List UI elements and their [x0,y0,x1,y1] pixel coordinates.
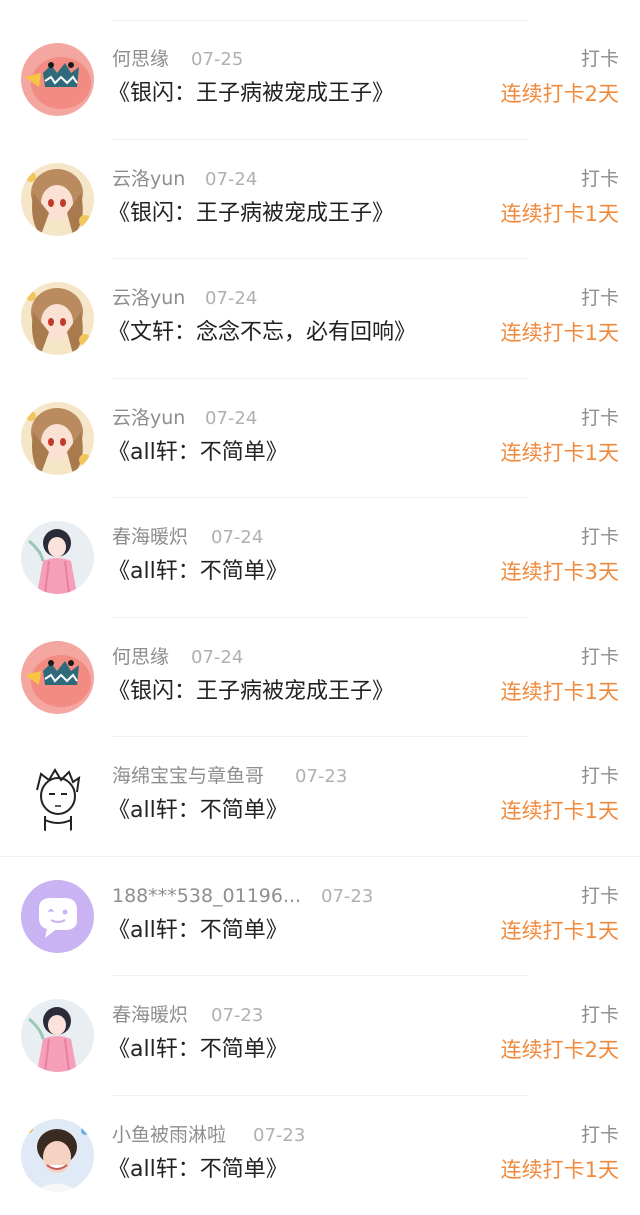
checkin-label: 打卡 [581,763,619,789]
feed-item[interactable]: 云洛yun 07-24 《银闪：王子病被宠成王子》 打卡 连续打卡1天 [0,140,640,260]
username[interactable]: 春海暖炽 [112,1002,188,1028]
username[interactable]: 何思缘 [112,644,169,670]
avatar-dancer-girl-icon[interactable] [21,521,94,594]
streak-count: 连续打卡1天 [501,797,619,825]
username[interactable]: 188***538_01196... [112,883,301,909]
username[interactable]: 春海暖炽 [112,524,188,550]
feed-item[interactable]: 云洛yun 07-24 《all轩：不简单》 打卡 连续打卡1天 [0,379,640,499]
book-title[interactable]: 《all轩：不简单》 [108,916,288,946]
checkin-label: 打卡 [581,285,619,311]
checkin-date: 07-23 [321,885,373,909]
avatar-chat-bubble-icon[interactable] [21,880,94,953]
username[interactable]: 云洛yun [112,166,185,192]
book-title[interactable]: 《银闪：王子病被宠成王子》 [108,199,394,229]
feed-item[interactable]: 海绵宝宝与章鱼哥 07-23 《all轩：不简单》 打卡 连续打卡1天 [0,737,640,857]
checkin-date: 07-23 [295,765,347,789]
username[interactable]: 何思缘 [112,46,169,72]
feed-item[interactable]: 春海暖炽 07-24 《all轩：不简单》 打卡 连续打卡3天 [0,498,640,618]
checkin-label: 打卡 [581,405,619,431]
checkin-label: 打卡 [581,166,619,192]
streak-count: 连续打卡1天 [501,678,619,706]
avatar-anime-girl-icon[interactable] [21,402,94,475]
checkin-date: 07-24 [211,526,263,550]
feed-item[interactable]: 何思缘 07-25 《银闪：王子病被宠成王子》 打卡 连续打卡2天 [0,20,640,140]
avatar-photo-person-icon[interactable] [21,1119,94,1192]
book-title[interactable]: 《all轩：不简单》 [108,1155,288,1185]
streak-count: 连续打卡1天 [501,917,619,945]
feed-item[interactable]: 春海暖炽 07-23 《all轩：不简单》 打卡 连续打卡2天 [0,976,640,1096]
book-title[interactable]: 《all轩：不简单》 [108,1035,288,1065]
checkin-label: 打卡 [581,644,619,670]
feed-item[interactable]: 何思缘 07-24 《银闪：王子病被宠成王子》 打卡 连续打卡1天 [0,618,640,738]
checkin-label: 打卡 [581,1122,619,1148]
avatar-anime-girl-icon[interactable] [21,163,94,236]
book-title[interactable]: 《all轩：不简单》 [108,796,288,826]
username[interactable]: 云洛yun [112,405,185,431]
checkin-date: 07-23 [253,1124,305,1148]
username[interactable]: 小鱼被雨淋啦 [112,1122,226,1148]
streak-count: 连续打卡1天 [501,200,619,228]
book-title[interactable]: 《文轩：念念不忘，必有回响》 [108,318,416,348]
avatar-pink-monster-icon[interactable] [21,641,94,714]
feed-item[interactable]: 188***538_01196... 07-23 《all轩：不简单》 打卡 连… [0,857,640,977]
checkin-date: 07-24 [205,168,257,192]
streak-count: 连续打卡1天 [501,1156,619,1184]
checkin-date: 07-24 [205,407,257,431]
feed-item[interactable]: 云洛yun 07-24 《文轩：念念不忘，必有回响》 打卡 连续打卡1天 [0,259,640,379]
username[interactable]: 海绵宝宝与章鱼哥 [112,763,264,789]
avatar-anime-girl-icon[interactable] [21,282,94,355]
username[interactable]: 云洛yun [112,285,185,311]
avatar-dancer-girl-icon[interactable] [21,999,94,1072]
book-title[interactable]: 《银闪：王子病被宠成王子》 [108,677,394,707]
checkin-date: 07-24 [191,646,243,670]
checkin-date: 07-23 [211,1004,263,1028]
streak-count: 连续打卡2天 [501,1036,619,1064]
book-title[interactable]: 《银闪：王子病被宠成王子》 [108,79,394,109]
book-title[interactable]: 《all轩：不简单》 [108,557,288,587]
streak-count: 连续打卡2天 [501,80,619,108]
streak-count: 连续打卡1天 [501,319,619,347]
avatar-sketch-boy-icon[interactable] [21,760,94,833]
checkin-label: 打卡 [581,883,619,909]
checkin-date: 07-24 [205,287,257,311]
checkin-label: 打卡 [581,524,619,550]
feed-item[interactable]: 小鱼被雨淋啦 07-23 《all轩：不简单》 打卡 连续打卡1天 [0,1096,640,1215]
checkin-label: 打卡 [581,46,619,72]
book-title[interactable]: 《all轩：不简单》 [108,438,288,468]
streak-count: 连续打卡1天 [501,439,619,467]
streak-count: 连续打卡3天 [501,558,619,586]
checkin-label: 打卡 [581,1002,619,1028]
avatar-pink-monster-icon[interactable] [21,43,94,116]
checkin-date: 07-25 [191,48,243,72]
